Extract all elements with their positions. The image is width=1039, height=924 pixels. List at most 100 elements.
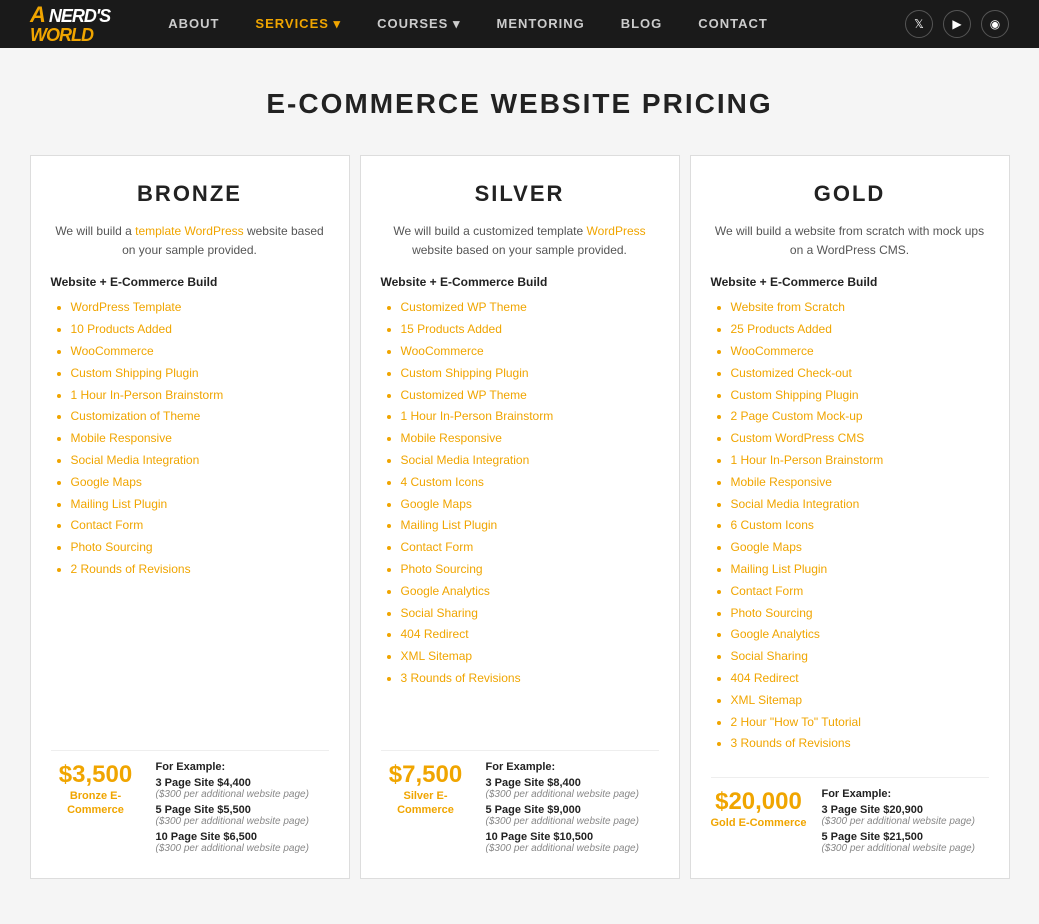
page-title-section: E-COMMERCE WEBSITE PRICING [0, 48, 1039, 150]
price-item: 3 Page Site $4,400 ($300 per additional … [156, 777, 329, 800]
bronze-examples: For Example: 3 Page Site $4,400 ($300 pe… [156, 761, 329, 858]
gold-section-header: Website + E-Commerce Build [711, 275, 989, 289]
bronze-big-price: $3,500 Bronze E-Commerce [51, 761, 141, 818]
list-item: 404 Redirect [401, 626, 659, 643]
silver-examples: For Example: 3 Page Site $8,400 ($300 pe… [486, 761, 659, 858]
list-item: Google Maps [401, 496, 659, 513]
price-item: 3 Page Site $20,900 ($300 per additional… [821, 804, 988, 827]
nav-social: 𝕏 ▶ ◉ [905, 10, 1009, 38]
silver-section-header: Website + E-Commerce Build [381, 275, 659, 289]
list-item: Custom Shipping Plugin [71, 365, 329, 382]
bronze-card: BRONZE We will build a template WordPres… [30, 155, 350, 879]
price-item: 5 Page Site $21,500 ($300 per additional… [821, 831, 988, 854]
nav-links: ABOUT SERVICES ▾ COURSES ▾ MENTORING BLO… [150, 0, 905, 48]
silver-link[interactable]: WordPress [587, 224, 646, 238]
bronze-label: Bronze E-Commerce [51, 789, 141, 818]
list-item: XML Sitemap [401, 648, 659, 665]
list-item: Custom Shipping Plugin [731, 387, 989, 404]
gold-big-price: $20,000 Gold E-Commerce [711, 788, 807, 830]
list-item: 10 Products Added [71, 321, 329, 338]
list-item: Mobile Responsive [401, 430, 659, 447]
bronze-desc: We will build a template WordPress websi… [51, 222, 329, 260]
price-item: 5 Page Site $5,500 ($300 per additional … [156, 804, 329, 827]
list-item: 1 Hour In-Person Brainstorm [401, 408, 659, 425]
instagram-icon[interactable]: ◉ [981, 10, 1009, 38]
list-item: Custom Shipping Plugin [401, 365, 659, 382]
nav-contact[interactable]: CONTACT [680, 0, 786, 48]
silver-features: Customized WP Theme 15 Products Added Wo… [381, 299, 659, 730]
list-item: Customized Check-out [731, 365, 989, 382]
list-item: Custom WordPress CMS [731, 430, 989, 447]
bronze-pricing: $3,500 Bronze E-Commerce For Example: 3 … [51, 750, 329, 858]
gold-title: GOLD [711, 181, 989, 207]
nav-blog[interactable]: BLOG [603, 0, 681, 48]
nav-courses[interactable]: COURSES ▾ [359, 0, 478, 48]
bronze-amount: $3,500 [51, 761, 141, 789]
list-item: 1 Hour In-Person Brainstorm [731, 452, 989, 469]
list-item: Photo Sourcing [731, 605, 989, 622]
nav-services[interactable]: SERVICES ▾ [237, 0, 359, 48]
list-item: Photo Sourcing [71, 539, 329, 556]
list-item: 2 Page Custom Mock-up [731, 408, 989, 425]
youtube-icon[interactable]: ▶ [943, 10, 971, 38]
list-item: Social Sharing [401, 605, 659, 622]
list-item: 1 Hour In-Person Brainstorm [71, 387, 329, 404]
navigation: A NERD'S WORLD ABOUT SERVICES ▾ COURSES … [0, 0, 1039, 48]
list-item: Mobile Responsive [71, 430, 329, 447]
gold-label: Gold E-Commerce [711, 816, 807, 830]
list-item: XML Sitemap [731, 692, 989, 709]
price-item: 10 Page Site $6,500 ($300 per additional… [156, 831, 329, 854]
gold-pricing: $20,000 Gold E-Commerce For Example: 3 P… [711, 777, 989, 858]
bronze-title: BRONZE [51, 181, 329, 207]
twitter-icon[interactable]: 𝕏 [905, 10, 933, 38]
list-item: Mobile Responsive [731, 474, 989, 491]
list-item: 15 Products Added [401, 321, 659, 338]
list-item: Website from Scratch [731, 299, 989, 316]
list-item: 2 Hour "How To" Tutorial [731, 714, 989, 731]
list-item: Photo Sourcing [401, 561, 659, 578]
list-item: 4 Custom Icons [401, 474, 659, 491]
list-item: WooCommerce [71, 343, 329, 360]
list-item: WooCommerce [731, 343, 989, 360]
silver-label: Silver E-Commerce [381, 789, 471, 818]
gold-card: GOLD We will build a website from scratc… [690, 155, 1010, 879]
list-item: Social Sharing [731, 648, 989, 665]
silver-amount: $7,500 [381, 761, 471, 789]
list-item: 3 Rounds of Revisions [401, 670, 659, 687]
silver-card: SILVER We will build a customized templa… [360, 155, 680, 879]
bronze-link[interactable]: template WordPress [135, 224, 244, 238]
silver-for-example: For Example: [486, 761, 659, 773]
list-item: Customized WP Theme [401, 387, 659, 404]
nav-about[interactable]: ABOUT [150, 0, 237, 48]
list-item: 404 Redirect [731, 670, 989, 687]
list-item: Customized WP Theme [401, 299, 659, 316]
list-item: Customization of Theme [71, 408, 329, 425]
silver-title: SILVER [381, 181, 659, 207]
page-title: E-COMMERCE WEBSITE PRICING [20, 88, 1019, 120]
list-item: Mailing List Plugin [71, 496, 329, 513]
nav-mentoring[interactable]: MENTORING [479, 0, 603, 48]
bronze-features: WordPress Template 10 Products Added Woo… [51, 299, 329, 730]
pricing-grid: BRONZE We will build a template WordPres… [10, 150, 1030, 884]
gold-features: Website from Scratch 25 Products Added W… [711, 299, 989, 757]
list-item: Social Media Integration [731, 496, 989, 513]
list-item: WordPress Template [71, 299, 329, 316]
gold-desc: We will build a website from scratch wit… [711, 222, 989, 260]
bronze-section-header: Website + E-Commerce Build [51, 275, 329, 289]
list-item: Google Analytics [401, 583, 659, 600]
price-item: 5 Page Site $9,000 ($300 per additional … [486, 804, 659, 827]
price-item: 10 Page Site $10,500 ($300 per additiona… [486, 831, 659, 854]
gold-examples: For Example: 3 Page Site $20,900 ($300 p… [821, 788, 988, 858]
list-item: Contact Form [731, 583, 989, 600]
logo[interactable]: A NERD'S WORLD [30, 4, 110, 44]
list-item: Social Media Integration [401, 452, 659, 469]
bronze-for-example: For Example: [156, 761, 329, 773]
list-item: Google Maps [71, 474, 329, 491]
list-item: Google Analytics [731, 626, 989, 643]
list-item: 3 Rounds of Revisions [731, 735, 989, 752]
silver-desc: We will build a customized template Word… [381, 222, 659, 260]
list-item: WooCommerce [401, 343, 659, 360]
price-item: 3 Page Site $8,400 ($300 per additional … [486, 777, 659, 800]
list-item: Contact Form [401, 539, 659, 556]
list-item: 2 Rounds of Revisions [71, 561, 329, 578]
